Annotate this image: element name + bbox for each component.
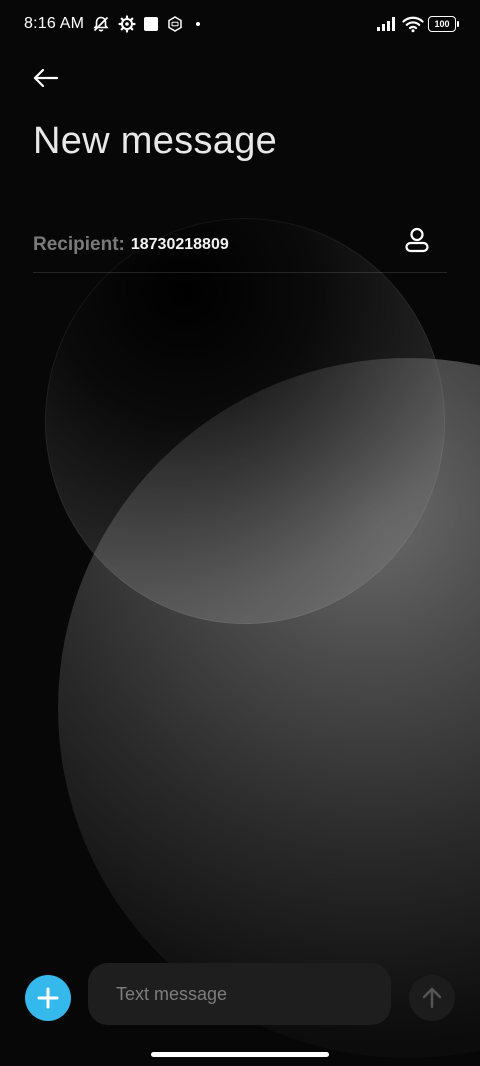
- wifi-icon: [402, 15, 424, 33]
- plus-icon: [37, 987, 59, 1009]
- notifications-off-icon: [92, 15, 110, 33]
- recipient-value[interactable]: 18730218809: [131, 236, 229, 254]
- status-right: 100: [376, 15, 459, 33]
- back-arrow-icon: [33, 68, 59, 88]
- status-left: 8:16 AM: [24, 15, 201, 33]
- message-input[interactable]: [88, 963, 391, 1025]
- dot-icon: [196, 22, 201, 26]
- send-button[interactable]: [409, 975, 455, 1021]
- back-button[interactable]: [28, 60, 64, 96]
- home-indicator[interactable]: [151, 1052, 329, 1057]
- nfc-icon: [166, 15, 184, 33]
- square-icon: [144, 17, 159, 31]
- settings-gear-icon: [118, 15, 136, 33]
- person-icon: [405, 227, 429, 253]
- signal-icon: [376, 15, 395, 33]
- screen: 8:16 AM 100 New message Recipient: 18730…: [0, 0, 480, 1066]
- status-time: 8:16 AM: [24, 15, 85, 32]
- recipient-label: Recipient:: [33, 234, 125, 255]
- arrow-up-icon: [422, 987, 442, 1009]
- page-title: New message: [33, 120, 278, 162]
- status-bar: 8:16 AM 100: [0, 0, 480, 48]
- add-attachment-button[interactable]: [25, 975, 71, 1021]
- contacts-button[interactable]: [401, 224, 433, 256]
- battery-icon: 100: [428, 16, 459, 32]
- recipient-field[interactable]: Recipient: 18730218809: [33, 218, 447, 273]
